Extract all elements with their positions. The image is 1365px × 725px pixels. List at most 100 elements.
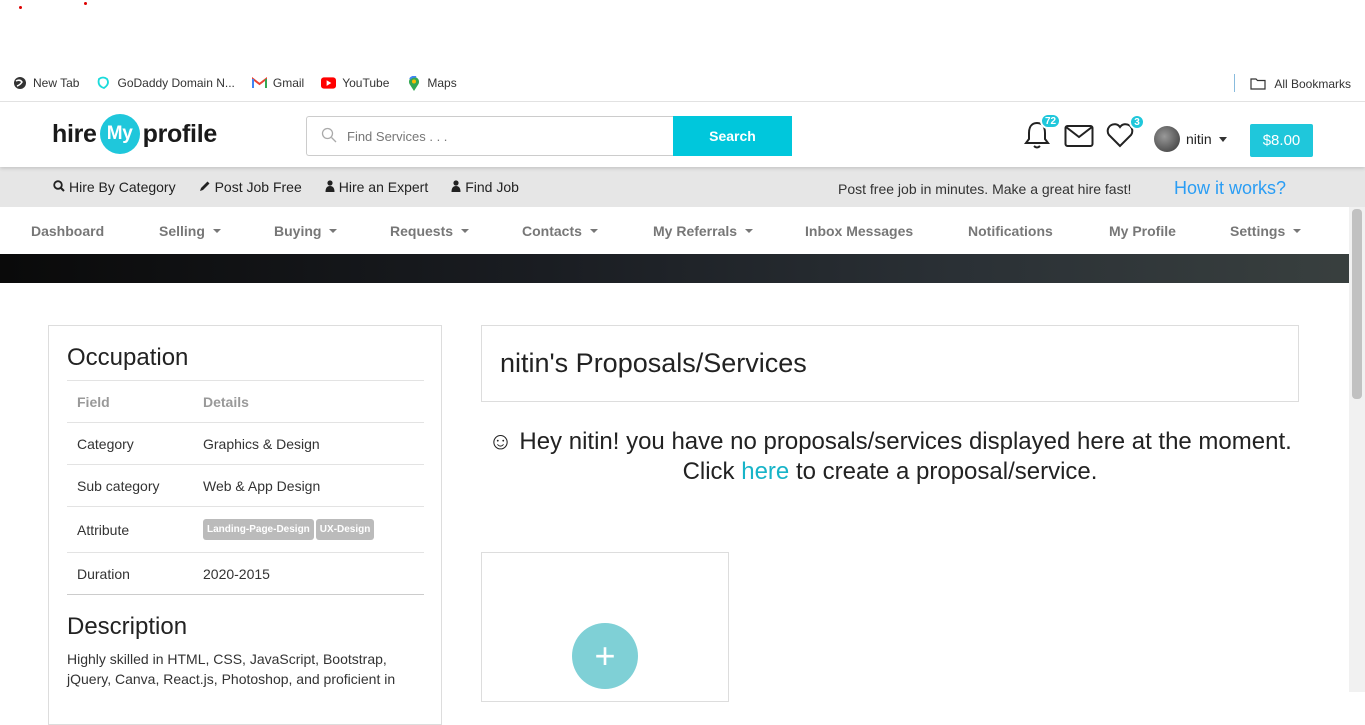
menu-contacts[interactable]: Contacts [522, 223, 598, 239]
youtube-icon [321, 76, 337, 91]
occupation-card: Occupation Field Details Category Graphi… [48, 325, 442, 725]
link-label: Hire By Category [69, 179, 176, 195]
header-details: Details [193, 380, 424, 423]
attribute-tag: UX-Design [315, 519, 375, 540]
caret-down-icon [589, 229, 598, 233]
envelope-icon [1064, 124, 1094, 153]
bookmark-maps[interactable]: Maps [406, 75, 457, 91]
godaddy-icon [96, 76, 111, 91]
row-value: Graphics & Design [193, 422, 424, 465]
gmail-icon [251, 76, 267, 91]
favorites-button[interactable]: 3 [1105, 114, 1145, 153]
caret-down-icon [212, 229, 221, 233]
bookmarks-bar: New Tab GoDaddy Domain N... Gmail YouTub… [0, 65, 1365, 102]
chevron-down-icon [1218, 136, 1227, 142]
all-bookmarks-button[interactable]: All Bookmarks [1250, 65, 1351, 102]
row-field: Duration [67, 552, 193, 595]
bookmark-gmail[interactable]: Gmail [251, 76, 305, 91]
bookmark-youtube[interactable]: YouTube [321, 76, 389, 91]
hero-banner [0, 254, 1365, 283]
caret-down-icon [1293, 229, 1302, 233]
table-row: Category Graphics & Design [67, 422, 424, 465]
menu-dashboard[interactable]: Dashboard [31, 223, 104, 239]
caret-down-icon [745, 229, 754, 233]
menu-label: My Referrals [653, 223, 738, 239]
search-placeholder: Find Services . . . [347, 128, 448, 144]
row-field: Category [67, 422, 193, 465]
hire-by-category-link[interactable]: Hire By Category [53, 179, 176, 195]
user-icon [451, 179, 461, 195]
menu-requests[interactable]: Requests [390, 223, 470, 239]
message-text: to create a proposal/service. [789, 458, 1098, 485]
bookmark-label: New Tab [33, 76, 80, 90]
link-label: Find Job [465, 179, 519, 195]
notifications-button[interactable]: 72 [1023, 113, 1062, 155]
bookmark-label: Gmail [272, 76, 305, 90]
logo-text-left: hire [52, 119, 97, 148]
menu-label: Contacts [522, 223, 582, 239]
bookmarks-separator [1234, 74, 1235, 92]
header-field: Field [67, 380, 193, 423]
description-text: Highly skilled in HTML, CSS, JavaScript,… [67, 651, 396, 687]
create-proposal-link[interactable]: here [741, 458, 789, 485]
logo-text-right: profile [142, 119, 218, 148]
menu-label: Inbox Messages [805, 223, 914, 239]
tagline: Post free job in minutes. Make a great h… [838, 181, 1132, 197]
messages-button[interactable] [1064, 124, 1094, 153]
notifications-badge: 72 [1040, 113, 1062, 129]
row-value: Web & App Design [193, 464, 424, 507]
menu-settings[interactable]: Settings [1230, 223, 1302, 239]
post-job-free-link[interactable]: Post Job Free [199, 179, 302, 195]
menu-label: Selling [159, 223, 205, 239]
find-job-link[interactable]: Find Job [451, 179, 519, 195]
how-it-works-link[interactable]: How it works? [1174, 178, 1286, 199]
bookmark-label: Maps [427, 76, 457, 90]
favorites-badge: 3 [1129, 114, 1145, 130]
menu-inbox-messages[interactable]: Inbox Messages [805, 223, 913, 239]
menu-my-profile[interactable]: My Profile [1109, 223, 1176, 239]
search-icon [321, 127, 337, 146]
attribute-tag: Landing-Page-Design [203, 519, 314, 540]
browser-top-strip [0, 0, 1365, 65]
proposals-title: nitin's Proposals/Services [481, 325, 1299, 402]
search-bar: Find Services . . . Search [306, 116, 792, 156]
user-icon [325, 179, 335, 195]
balance-button[interactable]: $8.00 [1250, 124, 1313, 157]
indicator-dot [84, 2, 87, 5]
site-header: hire My profile Find Services . . . Sear… [0, 102, 1365, 167]
bookmark-godaddy[interactable]: GoDaddy Domain N... [96, 76, 235, 91]
bookmark-label: YouTube [342, 76, 390, 90]
scrollbar-thumb[interactable] [1352, 209, 1362, 399]
description-title: Description [67, 613, 188, 640]
table-row: Duration 2020-2015 [67, 552, 424, 595]
all-bookmarks-label: All Bookmarks [1274, 76, 1351, 91]
search-icon [53, 179, 65, 195]
link-label: Post Job Free [214, 179, 302, 195]
menu-label: Buying [274, 223, 322, 239]
menu-label: My Profile [1109, 223, 1176, 239]
menu-buying[interactable]: Buying [274, 223, 338, 239]
caret-down-icon [461, 229, 470, 233]
bookmark-new-tab[interactable]: New Tab [12, 76, 79, 91]
menu-selling[interactable]: Selling [159, 223, 221, 239]
logo-my-circle: My [99, 114, 140, 154]
user-menu[interactable]: nitin [1154, 126, 1227, 152]
caret-down-icon [329, 229, 338, 233]
secondary-nav: Hire By Category Post Job Free Hire an E… [0, 167, 1365, 207]
menu-my-referrals[interactable]: My Referrals [653, 223, 754, 239]
search-button[interactable]: Search [673, 116, 792, 156]
indicator-dot [19, 6, 22, 9]
row-value: Landing-Page-Design UX-Design [193, 506, 424, 553]
row-value: 2020-2015 [193, 552, 424, 595]
search-input[interactable]: Find Services . . . [306, 116, 673, 156]
menu-notifications[interactable]: Notifications [968, 223, 1053, 239]
page-scrollbar[interactable] [1349, 207, 1365, 692]
pencil-icon [199, 180, 211, 195]
hire-an-expert-link[interactable]: Hire an Expert [325, 179, 428, 195]
empty-proposals-message: ☺ Hey nitin! you have no proposals/servi… [481, 427, 1299, 487]
add-proposal-button[interactable]: + [572, 623, 638, 689]
occupation-title: Occupation [67, 344, 189, 371]
menu-label: Requests [390, 223, 454, 239]
site-logo[interactable]: hire My profile [52, 114, 217, 154]
menu-label: Dashboard [31, 223, 105, 239]
